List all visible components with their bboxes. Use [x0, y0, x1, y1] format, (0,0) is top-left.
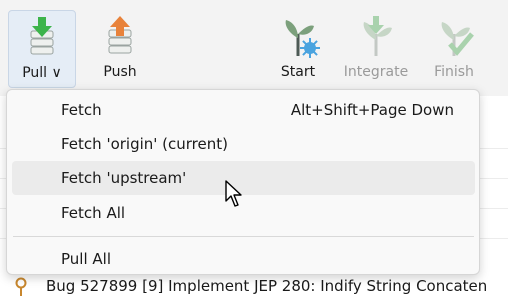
menu-item-label: Fetch 'origin' (current): [61, 135, 228, 153]
push-label: Push: [103, 64, 137, 80]
mouse-pointer-icon: [225, 180, 242, 207]
pull-icon: [30, 17, 54, 55]
push-button[interactable]: Push: [86, 10, 154, 88]
toolbar: Pull ∨ Push Start Integrate Finish: [0, 0, 508, 96]
history-row[interactable]: Bug 527899 [9] Implement JEP 280: Indify…: [0, 272, 508, 299]
start-icon: [285, 20, 320, 58]
integrate-button[interactable]: Integrate: [342, 10, 410, 88]
menu-item-fetch-origin[interactable]: Fetch 'origin' (current): [12, 127, 475, 161]
start-button[interactable]: Start: [264, 10, 332, 88]
pull-button[interactable]: Pull ∨: [8, 10, 76, 88]
finish-icon: [441, 22, 474, 56]
menu-item-pull-all[interactable]: Pull All: [12, 242, 475, 276]
finish-label: Finish: [434, 64, 474, 80]
menu-item-fetch[interactable]: Fetch Alt+Shift+Page Down: [12, 93, 475, 127]
menu-item-shortcut: Alt+Shift+Page Down: [290, 101, 454, 119]
history-row-message: Bug 527899 [9] Implement JEP 280: Indify…: [46, 276, 488, 295]
menu-item-label: Pull All: [61, 250, 111, 268]
integrate-label: Integrate: [343, 64, 409, 80]
pull-label: Pull ∨: [22, 65, 62, 81]
start-label: Start: [280, 64, 316, 80]
finish-button[interactable]: Finish: [420, 10, 488, 88]
menu-separator: [13, 236, 474, 237]
integrate-icon: [363, 16, 392, 56]
commit-node-icon: [15, 277, 27, 296]
menu-item-label: Fetch: [61, 101, 102, 119]
menu-item-label: Fetch 'upstream': [61, 169, 187, 187]
menu-item-label: Fetch All: [61, 204, 126, 222]
push-icon: [108, 16, 132, 54]
